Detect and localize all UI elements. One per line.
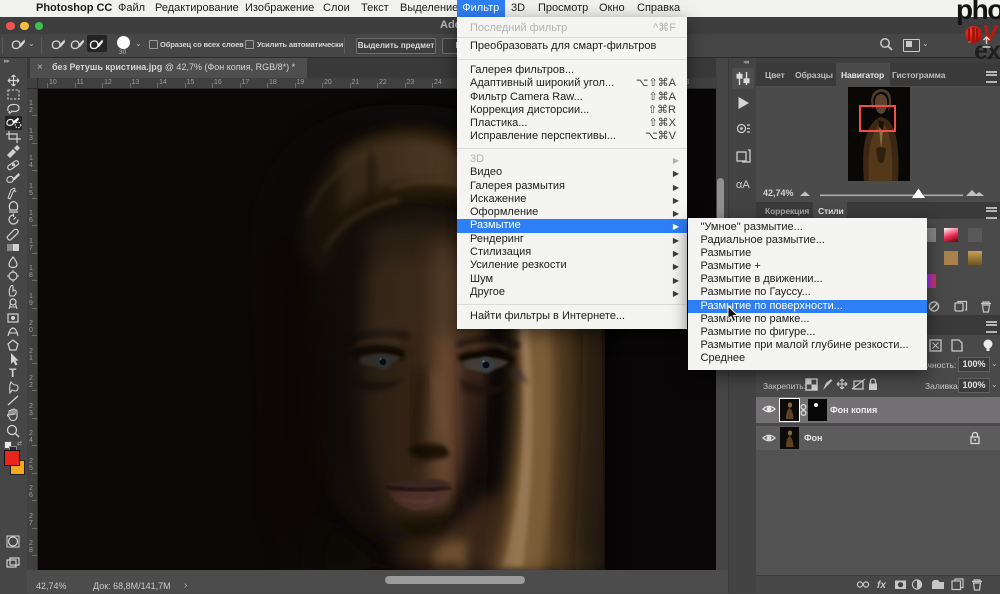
svg-text:fx: fx — [877, 580, 886, 591]
svg-text:T: T — [9, 366, 17, 380]
svg-text:αA: αA — [736, 179, 750, 191]
